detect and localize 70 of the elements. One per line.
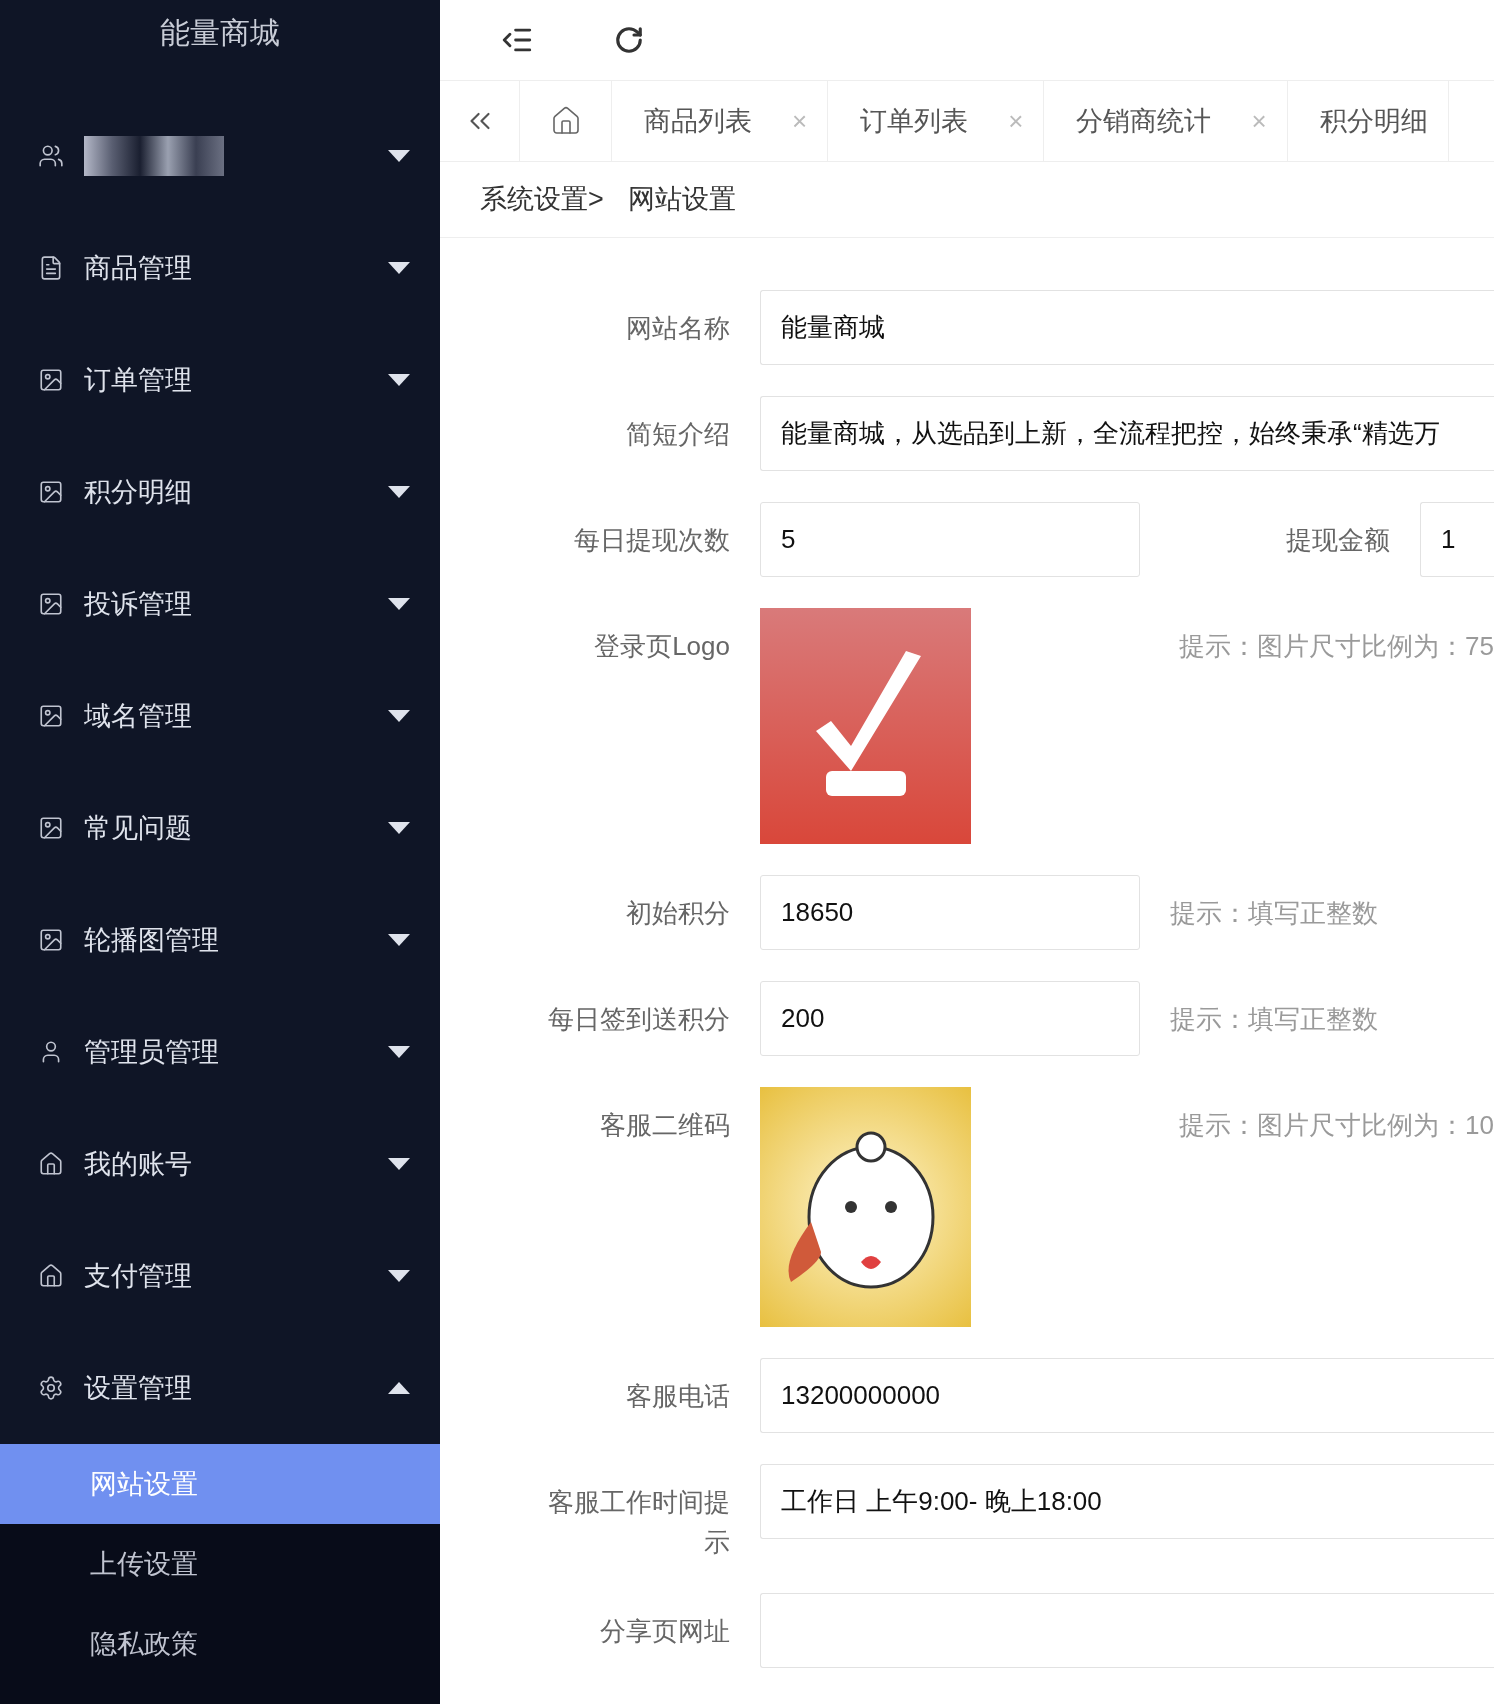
- field-label: 网站名称: [626, 313, 730, 343]
- menu-item[interactable]: 常见问题: [0, 772, 440, 884]
- menu-item[interactable]: 订单管理: [0, 324, 440, 436]
- field-label: 每日签到送积分: [548, 1004, 730, 1034]
- menu-item[interactable]: 积分明细: [0, 436, 440, 548]
- image-icon: [38, 591, 64, 617]
- input-field[interactable]: 18650: [760, 875, 1140, 950]
- field-label: 每日提现次数: [574, 525, 730, 555]
- settings-icon: [38, 1375, 64, 1401]
- menu-label: 域名管理: [84, 699, 192, 733]
- image-icon: [38, 815, 64, 841]
- menu-item[interactable]: 商品管理: [0, 212, 440, 324]
- sidebar-title: 能量商城: [159, 14, 281, 51]
- menu-item[interactable]: 域名管理: [0, 660, 440, 772]
- input-field[interactable]: 能量商城，从选品到上新，全流程把控，始终秉承“精选万: [760, 396, 1494, 471]
- menu-item[interactable]: 投诉管理: [0, 548, 440, 660]
- input-field[interactable]: 能量商城: [760, 290, 1494, 365]
- tab[interactable]: 积分明细: [1287, 81, 1449, 161]
- input-field[interactable]: 1: [1420, 502, 1494, 577]
- menu-item[interactable]: 我的账号: [0, 1108, 440, 1220]
- image-icon: [38, 367, 64, 393]
- menu-item[interactable]: 轮播图管理: [0, 884, 440, 996]
- field-label: 客服二维码: [600, 1110, 730, 1140]
- breadcrumb-item[interactable]: 系统设置>: [480, 179, 604, 220]
- field-label: 分享页网址: [600, 1616, 730, 1646]
- menu-item[interactable]: 管理员管理: [0, 996, 440, 1108]
- hint-text: 提示：填写正整数: [1170, 897, 1378, 930]
- field-label: 客服电话: [626, 1381, 730, 1411]
- tab[interactable]: 订单列表 ×: [828, 81, 1045, 161]
- tab[interactable]: 商品列表 ×: [612, 81, 829, 161]
- breadcrumb-item: 网站设置: [627, 183, 736, 217]
- submenu-item[interactable]: 上传设置: [0, 1524, 440, 1604]
- menu-label: 轮播图管理: [84, 923, 219, 957]
- menu-label: 积分明细: [84, 475, 192, 509]
- menu-label: 订单管理: [84, 363, 192, 397]
- home-icon: [38, 1263, 64, 1289]
- menu-label: 管理员管理: [84, 1035, 219, 1069]
- menu-label: 常见问题: [84, 811, 192, 845]
- image-icon: [38, 479, 64, 505]
- menu-item[interactable]: 支付管理: [0, 1220, 440, 1332]
- input-field[interactable]: 13200000000: [760, 1358, 1494, 1433]
- input-field[interactable]: 5: [760, 502, 1140, 577]
- menu-item[interactable]: 设置管理: [0, 1332, 440, 1444]
- users-icon: [38, 143, 64, 169]
- tab-label: 商品列表: [644, 104, 752, 138]
- image-icon: [38, 703, 64, 729]
- home-icon: [38, 1151, 64, 1177]
- hint-text: 提示：填写正整数: [1170, 1003, 1378, 1036]
- menu-label: 投诉管理: [84, 587, 192, 621]
- menu-label: 设置管理: [84, 1371, 192, 1405]
- image-icon: [38, 927, 64, 953]
- field-label: 提现金额: [1286, 525, 1390, 555]
- input-field[interactable]: 200: [760, 981, 1140, 1056]
- menu-label: 我的账号: [84, 1147, 192, 1181]
- field-label: 简短介绍: [626, 419, 730, 449]
- field-label: 登录页Logo: [594, 631, 730, 661]
- tab-label: 订单列表: [860, 104, 969, 138]
- menu-label: 商品管理: [84, 251, 192, 285]
- hint-text: 提示：图片尺寸比例为：10: [1179, 1109, 1494, 1142]
- submenu-item[interactable]: 隐私政策: [0, 1604, 440, 1684]
- field-label: 初始积分: [626, 898, 730, 928]
- input-field[interactable]: 工作日 上午9:00- 晚上18:00: [760, 1464, 1494, 1539]
- field-label: 客服工作时间提示: [548, 1487, 730, 1557]
- tab-label: 积分明细: [1319, 104, 1428, 138]
- refresh-icon[interactable]: [614, 25, 644, 55]
- menu-label: 支付管理: [84, 1259, 192, 1293]
- hint-text: 提示：图片尺寸比例为：75: [1179, 630, 1494, 663]
- tab-label: 分销商统计: [1076, 104, 1212, 138]
- tab[interactable]: 分销商统计 ×: [1044, 81, 1288, 161]
- input-field[interactable]: [760, 1593, 1494, 1668]
